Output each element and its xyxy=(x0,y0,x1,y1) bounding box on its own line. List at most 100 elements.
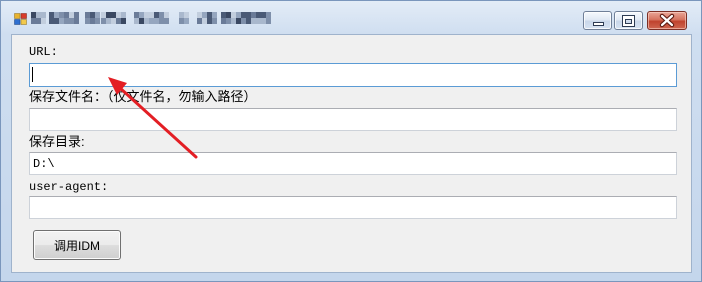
title-mosaic-block xyxy=(116,12,121,18)
title-mosaic-block xyxy=(261,12,266,18)
title-mosaic-block xyxy=(256,12,261,18)
title-mosaic-block xyxy=(154,18,159,24)
title-mosaic-block xyxy=(226,18,231,24)
url-label: URL: xyxy=(29,45,58,59)
title-mosaic-block xyxy=(159,18,164,24)
title-mosaic-block xyxy=(111,12,116,18)
title-mosaic-block xyxy=(64,12,69,18)
title-mosaic-block xyxy=(251,12,256,18)
title-mosaic-block xyxy=(121,18,126,24)
form-client-area: URL: 保存文件名：（仅文件名，勿输入路径） 保存目录: user-agent… xyxy=(11,34,692,273)
title-mosaic-block xyxy=(159,12,164,18)
title-mosaic-block xyxy=(241,12,246,18)
title-mosaic-block xyxy=(251,18,256,24)
save-dir-label: 保存目录: xyxy=(29,134,85,149)
title-mosaic-block xyxy=(212,18,217,24)
title-mosaic-block xyxy=(31,12,36,18)
title-mosaic-block xyxy=(221,18,226,24)
title-mosaic-block xyxy=(59,12,64,18)
title-mosaic-block xyxy=(106,12,111,18)
title-mosaic-block xyxy=(149,12,154,18)
title-mosaic-block xyxy=(31,18,36,24)
minimize-icon xyxy=(593,22,604,26)
title-mosaic-block xyxy=(179,12,184,18)
title-mosaic-block xyxy=(207,18,212,24)
title-mosaic-block xyxy=(197,18,202,24)
title-mosaic-block xyxy=(179,18,184,24)
title-mosaic-block xyxy=(101,12,106,18)
title-mosaic-block xyxy=(74,12,79,18)
title-mosaic-block xyxy=(236,18,241,24)
save-dir-input[interactable] xyxy=(29,152,677,175)
title-mosaic-block xyxy=(197,12,202,18)
title-mosaic-block xyxy=(164,12,169,18)
title-mosaic-block xyxy=(261,18,266,24)
title-mosaic-block xyxy=(121,12,126,18)
text-cursor xyxy=(32,67,33,82)
title-mosaic-block xyxy=(221,12,226,18)
minimize-button[interactable] xyxy=(583,11,612,30)
call-idm-button[interactable]: 调用IDM xyxy=(33,230,121,260)
title-mosaic-block xyxy=(241,18,246,24)
title-mosaic-block xyxy=(95,18,100,24)
title-mosaic-block xyxy=(154,12,159,18)
title-mosaic-block xyxy=(184,18,189,24)
title-mosaic-block xyxy=(54,18,59,24)
url-input[interactable] xyxy=(29,63,677,87)
title-mosaic-block xyxy=(207,12,212,18)
title-mosaic-block xyxy=(54,12,59,18)
close-icon xyxy=(659,13,675,28)
title-mosaic-block xyxy=(144,12,149,18)
title-mosaic-block xyxy=(36,18,41,24)
title-mosaic-block xyxy=(231,18,236,24)
user-agent-label: user-agent: xyxy=(29,180,109,194)
user-agent-input[interactable] xyxy=(29,196,677,219)
title-mosaic-block xyxy=(144,18,149,24)
title-mosaic-block xyxy=(231,12,236,18)
title-mosaic-block xyxy=(106,18,111,24)
title-mosaic-block xyxy=(49,18,54,24)
title-mosaic-block xyxy=(41,12,46,18)
title-mosaic-block xyxy=(101,18,106,24)
title-mosaic-block xyxy=(95,12,100,18)
title-mosaic-block xyxy=(212,12,217,18)
title-mosaic-block xyxy=(266,18,271,24)
title-mosaic-block xyxy=(236,12,241,18)
title-mosaic-block xyxy=(139,12,144,18)
title-mosaic-block xyxy=(69,12,74,18)
title-mosaic-block xyxy=(134,12,139,18)
title-mosaic-block xyxy=(246,12,251,18)
title-mosaic-block xyxy=(134,18,139,24)
title-bar[interactable] xyxy=(1,1,701,33)
title-mosaic-block xyxy=(149,18,154,24)
title-mosaic-block xyxy=(246,18,251,24)
title-mosaic-block xyxy=(202,12,207,18)
app-window: URL: 保存文件名：（仅文件名，勿输入路径） 保存目录: user-agent… xyxy=(0,0,702,282)
title-mosaic-block xyxy=(90,12,95,18)
title-mosaic-block xyxy=(202,18,207,24)
title-mosaic-block xyxy=(69,18,74,24)
title-mosaic-block xyxy=(59,18,64,24)
title-mosaic-block xyxy=(266,12,271,18)
title-mosaic-block xyxy=(116,18,121,24)
title-mosaic-block xyxy=(256,18,261,24)
title-mosaic-block xyxy=(36,12,41,18)
title-mosaic-block xyxy=(184,12,189,18)
title-mosaic-block xyxy=(226,12,231,18)
title-mosaic-block xyxy=(85,12,90,18)
maximize-button[interactable] xyxy=(614,11,643,30)
title-mosaic-block xyxy=(41,18,46,24)
title-mosaic-block xyxy=(49,12,54,18)
title-mosaic-block xyxy=(90,18,95,24)
title-mosaic-block xyxy=(139,18,144,24)
title-mosaic-block xyxy=(164,18,169,24)
maximize-icon xyxy=(623,16,634,26)
title-mosaic-block xyxy=(74,18,79,24)
call-idm-button-label: 调用IDM xyxy=(54,238,100,253)
window-title-mosaic xyxy=(31,12,271,24)
filename-input[interactable] xyxy=(29,108,677,131)
filename-label: 保存文件名：（仅文件名，勿输入路径） xyxy=(29,89,257,104)
close-button[interactable] xyxy=(647,11,687,30)
title-mosaic-block xyxy=(85,18,90,24)
title-mosaic-block xyxy=(111,18,116,24)
